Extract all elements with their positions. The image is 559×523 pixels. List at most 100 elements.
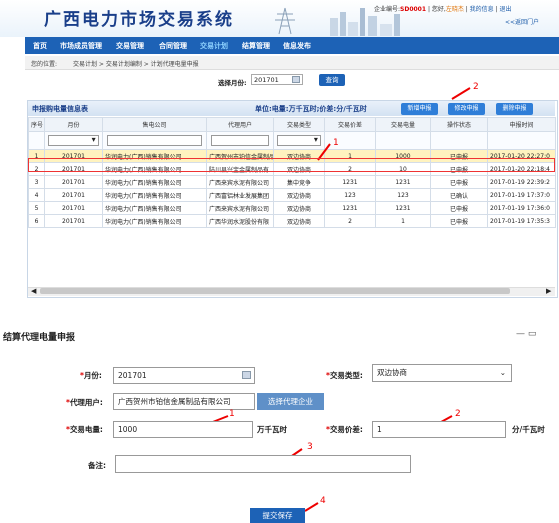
table-cell: 201701 bbox=[44, 162, 103, 176]
window-controls[interactable]: — ▭ bbox=[516, 329, 536, 339]
nav-item-info[interactable]: 信息发布 bbox=[283, 41, 311, 51]
column-header: 代理用户 bbox=[206, 117, 274, 132]
filter-cell bbox=[44, 131, 103, 150]
table-cell: 2 bbox=[324, 214, 376, 228]
filter-cell bbox=[487, 131, 556, 150]
table-cell: 1 bbox=[375, 214, 431, 228]
table-cell: 广西富铝林业发展集团 bbox=[206, 188, 274, 202]
calendar-icon[interactable] bbox=[292, 76, 300, 83]
price-field-input[interactable]: 1 bbox=[372, 421, 506, 438]
annotation-marker: 2 bbox=[473, 82, 479, 92]
table-cell: 201701 bbox=[44, 201, 103, 215]
table-cell: 已确认 bbox=[430, 188, 488, 202]
trade-type-label: *交易类型: bbox=[326, 371, 363, 380]
table-row[interactable]: 2 201701 华润电力(广西)销售有限公司 陆川县兴宝金属制品有 双边协商 2 10 已申… bbox=[28, 162, 556, 176]
remark-field-input[interactable] bbox=[115, 455, 411, 473]
month-filter-label: 选择月份: bbox=[218, 79, 247, 87]
user-id: SD0001 bbox=[400, 6, 427, 13]
table-cell: 双边协商 bbox=[273, 201, 325, 215]
nav-item-contracts[interactable]: 合同管理 bbox=[159, 41, 187, 51]
table-cell: 1 bbox=[28, 149, 45, 163]
column-header: 操作状态 bbox=[430, 117, 488, 132]
scroll-right-icon[interactable]: ▶ bbox=[546, 287, 551, 295]
nav-item-trade-plan[interactable]: 交易计划 bbox=[200, 41, 228, 51]
panel-title: 申报购电量信息表 bbox=[32, 105, 88, 113]
scroll-left-icon[interactable]: ◀ bbox=[31, 287, 36, 295]
month-column-select[interactable] bbox=[48, 135, 99, 146]
calendar-icon[interactable] bbox=[242, 371, 251, 379]
quantity-field-input[interactable]: 1000 bbox=[113, 421, 253, 438]
my-info-link[interactable]: 我的信息 bbox=[470, 6, 494, 13]
table-row[interactable]: 5 201701 华润电力(广西)销售有限公司 广西来宾水泥有限公司 双边协商 1231 1… bbox=[28, 201, 556, 215]
column-header: 序号 bbox=[28, 117, 45, 132]
remark-field-label: 备注: bbox=[88, 461, 106, 470]
table-cell: 集中竞争 bbox=[273, 175, 325, 189]
nav-item-trading[interactable]: 交易管理 bbox=[116, 41, 144, 51]
table-row[interactable]: 4 201701 华润电力(广西)销售有限公司 广西富铝林业发展集团 双边协商 123 12… bbox=[28, 188, 556, 202]
breadcrumb-label: 您的位置: bbox=[31, 61, 58, 68]
table-cell: 201701 bbox=[44, 214, 103, 228]
column-header: 月份 bbox=[44, 117, 103, 132]
back-portal-link[interactable]: <<返回门户 bbox=[505, 17, 539, 26]
table-cell: 已申报 bbox=[430, 201, 488, 215]
table-cell: 2017-01-20 22:27:0 bbox=[487, 149, 556, 163]
nav-item-home[interactable]: 首页 bbox=[33, 41, 47, 51]
agent-column-input[interactable] bbox=[210, 135, 270, 146]
table-cell: 已申报 bbox=[430, 175, 488, 189]
table-cell: 1231 bbox=[324, 201, 376, 215]
table-cell: 2017-01-20 22:18:4 bbox=[487, 162, 556, 176]
delete-declaration-button[interactable]: 删除申报 bbox=[496, 103, 533, 115]
type-column-select[interactable] bbox=[277, 135, 321, 146]
table-cell: 华润电力(广西)销售有限公司 bbox=[102, 214, 207, 228]
table-row[interactable]: 1 201701 华润电力(广西)销售有限公司 广西贺州市铂信金属制品 双边协商 1 100… bbox=[28, 149, 556, 163]
table-cell: 2017-01-19 22:39:2 bbox=[487, 175, 556, 189]
table-cell: 2017-01-19 17:36:0 bbox=[487, 201, 556, 215]
column-header: 交易价差 bbox=[324, 117, 376, 132]
table-cell: 201701 bbox=[44, 175, 103, 189]
filter-cell bbox=[375, 131, 431, 150]
column-header: 售电公司 bbox=[102, 117, 207, 132]
agent-field-input[interactable]: 广西贺州市铂信金属制品有限公司 bbox=[113, 393, 255, 410]
user-info-bar: 企业编号:SD0001 | 您好,左晓杰 | 我的信息 | 退出 bbox=[374, 6, 512, 13]
breadcrumb-path: 交易计划 > 交易计划编制 > 计划代理电量申报 bbox=[73, 61, 199, 68]
nav-item-members[interactable]: 市场成员管理 bbox=[60, 41, 102, 51]
add-declaration-button[interactable]: 新增申报 bbox=[401, 103, 438, 115]
declaration-table: 序号 月份 售电公司 代理用户 交易类型 交易价差 交易电量 操作状态 申报时间… bbox=[28, 117, 556, 228]
agent-field-label: *代理用户: bbox=[66, 398, 103, 407]
filter-cell bbox=[102, 131, 207, 150]
company-column-input[interactable] bbox=[107, 135, 202, 146]
table-cell: 6 bbox=[28, 214, 45, 228]
table-cell: 广西贺州市铂信金属制品 bbox=[206, 149, 274, 163]
table-cell: 1231 bbox=[375, 201, 431, 215]
quantity-unit: 万千瓦时 bbox=[257, 425, 287, 434]
power-pylon-icon bbox=[275, 7, 295, 35]
column-header: 交易电量 bbox=[375, 117, 431, 132]
table-row[interactable]: 3 201701 华润电力(广西)销售有限公司 广西来宾水泥有限公司 集中竞争 1231 1… bbox=[28, 175, 556, 189]
month-field-input[interactable]: 201701 bbox=[113, 367, 255, 384]
unit-label: 单位:电量:万千瓦时;价差:分/千瓦时 bbox=[255, 105, 367, 113]
query-button[interactable]: 查询 bbox=[319, 74, 345, 86]
select-agent-button[interactable]: 选择代理企业 bbox=[257, 393, 324, 410]
table-cell: 123 bbox=[324, 188, 376, 202]
app-title: 广西电力市场交易系统 bbox=[44, 10, 234, 30]
table-cell: 双边协商 bbox=[273, 188, 325, 202]
table-cell: 双边协商 bbox=[273, 214, 325, 228]
table-cell: 双边协商 bbox=[273, 149, 325, 163]
annotation-marker: 1 bbox=[333, 138, 339, 148]
logout-link[interactable]: 退出 bbox=[500, 6, 512, 13]
table-body: 1 201701 华润电力(广西)销售有限公司 广西贺州市铂信金属制品 双边协商 1 100… bbox=[28, 149, 556, 228]
nav-item-settlement[interactable]: 结算管理 bbox=[242, 41, 270, 51]
table-cell: 已申报 bbox=[430, 162, 488, 176]
table-row[interactable]: 6 201701 华润电力(广西)销售有限公司 广西华润水泥股份有限 双边协商 2 1 已申报… bbox=[28, 214, 556, 228]
submit-save-button[interactable]: 提交保存 bbox=[250, 508, 305, 523]
table-cell: 2017-01-19 17:37:0 bbox=[487, 188, 556, 202]
greeting: 您好, bbox=[431, 6, 446, 13]
table-cell: 201701 bbox=[44, 149, 103, 163]
trade-type-select[interactable]: 双边协商 ⌄ bbox=[372, 364, 512, 382]
filter-cell bbox=[28, 131, 45, 150]
price-unit: 分/千瓦时 bbox=[512, 425, 545, 434]
table-cell: 华润电力(广西)销售有限公司 bbox=[102, 201, 207, 215]
edit-declaration-button[interactable]: 修改申报 bbox=[448, 103, 485, 115]
scrollbar-thumb[interactable] bbox=[40, 288, 510, 294]
table-cell: 广西华润水泥股份有限 bbox=[206, 214, 274, 228]
